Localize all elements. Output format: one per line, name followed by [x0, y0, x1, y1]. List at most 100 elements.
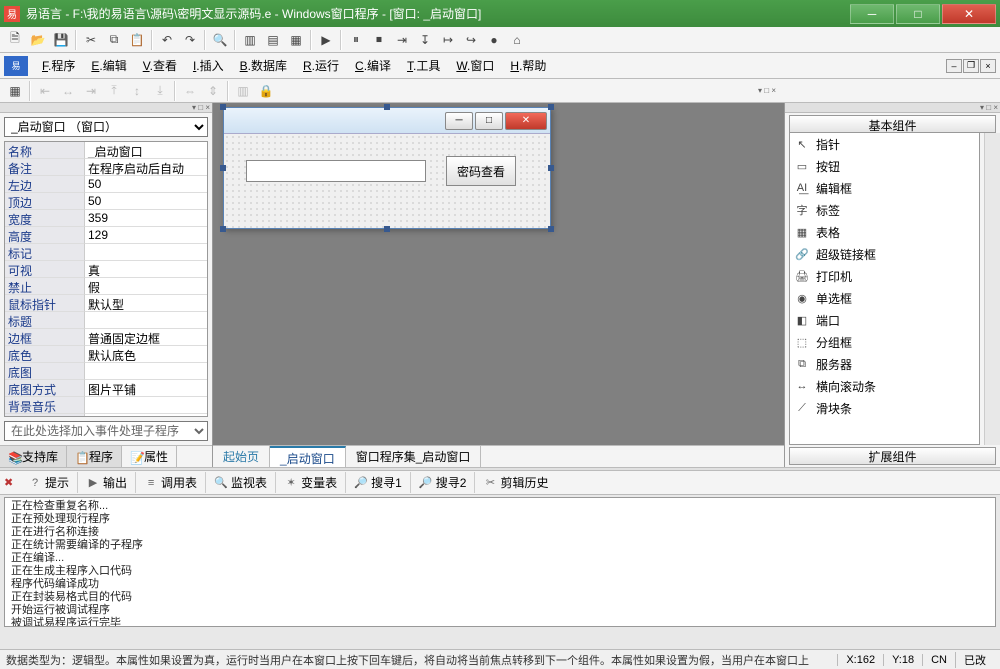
- component-item[interactable]: ⬚分组框: [790, 331, 979, 353]
- cut-icon[interactable]: ✂: [80, 29, 102, 51]
- component-list[interactable]: ↖指针▭按钮A͟I编辑框字标签▦表格🔗超级链接框🖨打印机◉单选框◧端口⬚分组框⧉…: [789, 133, 980, 445]
- output-tab-7[interactable]: ✂剪辑历史: [477, 472, 554, 493]
- output-log[interactable]: 正在检查重复名称...正在预处理现行程序正在进行名称连接正在统计需要编译的子程序…: [4, 497, 996, 627]
- output-tab-4[interactable]: ✶变量表: [278, 472, 346, 493]
- prop-row[interactable]: 可视真: [5, 261, 207, 278]
- brk-icon[interactable]: ●: [483, 29, 505, 51]
- prop-value[interactable]: 图片平铺: [85, 380, 207, 397]
- prop-value[interactable]: _启动窗口: [85, 142, 207, 159]
- prop-row[interactable]: 禁止假: [5, 278, 207, 295]
- align-top-icon[interactable]: ⤒: [103, 80, 125, 102]
- win3-icon[interactable]: ▦: [285, 29, 307, 51]
- component-item[interactable]: ⟋滑块条: [790, 397, 979, 419]
- prop-value[interactable]: [85, 363, 207, 380]
- output-tab-5[interactable]: 🔎搜寻1: [348, 472, 411, 493]
- component-item[interactable]: ◧端口: [790, 309, 979, 331]
- step1-icon[interactable]: ⇥: [391, 29, 413, 51]
- component-item[interactable]: ⧉服务器: [790, 353, 979, 375]
- align-center-icon[interactable]: ↔: [57, 80, 79, 102]
- mdi-minimize-button[interactable]: –: [946, 59, 962, 73]
- dist-v-icon[interactable]: ⇕: [202, 80, 224, 102]
- output-tab-1[interactable]: ▶输出: [80, 472, 136, 493]
- prop-row[interactable]: 底图: [5, 363, 207, 380]
- play-icon[interactable]: ▶: [315, 29, 337, 51]
- component-item[interactable]: ↔横向滚动条: [790, 375, 979, 397]
- undo-icon[interactable]: ↶: [156, 29, 178, 51]
- form-client-area[interactable]: 密码查看: [224, 134, 550, 228]
- view-password-button[interactable]: 密码查看: [446, 156, 516, 186]
- prop-row[interactable]: 顶边50: [5, 193, 207, 210]
- component-item[interactable]: ◉单选框: [790, 287, 979, 309]
- align-bot-icon[interactable]: ⤓: [149, 80, 171, 102]
- step2-icon[interactable]: ↧: [414, 29, 436, 51]
- mdi-close-button[interactable]: ×: [980, 59, 996, 73]
- palette-footer[interactable]: 扩展组件: [789, 447, 996, 465]
- prop-row[interactable]: 左边50: [5, 176, 207, 193]
- component-item[interactable]: 🔗超级链接框: [790, 243, 979, 265]
- form-minimize-button[interactable]: ─: [445, 112, 473, 130]
- property-grid[interactable]: 名称_启动窗口备注在程序启动后自动左边50顶边50宽度359高度129标记可视真…: [4, 141, 208, 417]
- form-close-button[interactable]: ✕: [505, 112, 547, 130]
- home-icon[interactable]: ⌂: [506, 29, 528, 51]
- prop-row[interactable]: 高度129: [5, 227, 207, 244]
- prop-value[interactable]: [85, 397, 207, 414]
- palette-dock-bar[interactable]: ▾ □ ×: [785, 103, 1000, 113]
- mdi-restore-button[interactable]: ❐: [963, 59, 979, 73]
- menu-i[interactable]: I.插入: [185, 54, 232, 77]
- layout-icon[interactable]: ▦: [4, 80, 26, 102]
- prop-row[interactable]: 底色默认底色: [5, 346, 207, 363]
- output-tab-2[interactable]: ≡调用表: [138, 472, 206, 493]
- menu-t[interactable]: T.工具: [399, 54, 448, 77]
- output-close-icon[interactable]: ✖: [4, 476, 16, 489]
- align-left-icon[interactable]: ⇤: [34, 80, 56, 102]
- menu-b[interactable]: B.数据库: [232, 54, 295, 77]
- file-icon[interactable]: 🗎: [4, 29, 26, 51]
- menu-f[interactable]: F.程序: [34, 54, 83, 77]
- event-selector-combo[interactable]: 在此处选择加入事件处理子程序: [4, 421, 208, 441]
- minimize-button[interactable]: ─: [850, 4, 894, 24]
- copy-icon[interactable]: ⧉: [103, 29, 125, 51]
- prop-row[interactable]: 背景音乐: [5, 397, 207, 414]
- prop-row[interactable]: 底图方式图片平铺: [5, 380, 207, 397]
- menu-e[interactable]: E.编辑: [83, 54, 134, 77]
- component-item[interactable]: 🖨打印机: [790, 265, 979, 287]
- redo-icon[interactable]: ↷: [179, 29, 201, 51]
- prop-row[interactable]: 标题: [5, 312, 207, 329]
- panel-dock-bar[interactable]: ▾ □ ×: [0, 103, 212, 113]
- editor-tab-1[interactable]: _启动窗口: [270, 446, 346, 467]
- prop-row[interactable]: 播放次数循环播放: [5, 414, 207, 417]
- menu-c[interactable]: C.编译: [347, 54, 399, 77]
- prop-value[interactable]: 50: [85, 176, 207, 193]
- prop-value[interactable]: 在程序启动后自动: [85, 159, 207, 176]
- prop-value[interactable]: 普通固定边框: [85, 329, 207, 346]
- lock-icon[interactable]: 🔒: [255, 80, 277, 102]
- grid-icon[interactable]: ▥: [232, 80, 254, 102]
- palette-scrollbar[interactable]: [984, 133, 1000, 445]
- dist-h-icon[interactable]: ⇔: [179, 80, 201, 102]
- prop-value[interactable]: 50: [85, 193, 207, 210]
- stop2-icon[interactable]: ⏹: [368, 29, 390, 51]
- output-tab-3[interactable]: 🔍监视表: [208, 472, 276, 493]
- prop-value[interactable]: 129: [85, 227, 207, 244]
- editor-tab-2[interactable]: 窗口程序集_启动窗口: [346, 446, 482, 467]
- paste-icon[interactable]: 📋: [126, 29, 148, 51]
- component-item[interactable]: ▭按钮: [790, 155, 979, 177]
- design-surface[interactable]: ─ □ ✕ 密码查看: [213, 103, 784, 445]
- output-tab-0[interactable]: ?提示: [22, 472, 78, 493]
- prop-row[interactable]: 标记: [5, 244, 207, 261]
- close-button[interactable]: ✕: [942, 4, 996, 24]
- menu-r[interactable]: R.运行: [295, 54, 347, 77]
- prop-row[interactable]: 鼠标指针默认型: [5, 295, 207, 312]
- menu-v[interactable]: V.查看: [135, 54, 185, 77]
- step3-icon[interactable]: ↦: [437, 29, 459, 51]
- left-tab-2[interactable]: 📝属性: [122, 446, 177, 467]
- form-maximize-button[interactable]: □: [475, 112, 503, 130]
- maximize-button[interactable]: □: [896, 4, 940, 24]
- component-item[interactable]: ↖指针: [790, 133, 979, 155]
- prop-value[interactable]: 假: [85, 278, 207, 295]
- prop-value[interactable]: 359: [85, 210, 207, 227]
- win1-icon[interactable]: ▥: [239, 29, 261, 51]
- menu-w[interactable]: W.窗口: [448, 54, 502, 77]
- form-preview[interactable]: ─ □ ✕ 密码查看: [223, 107, 551, 229]
- prop-value[interactable]: 默认底色: [85, 346, 207, 363]
